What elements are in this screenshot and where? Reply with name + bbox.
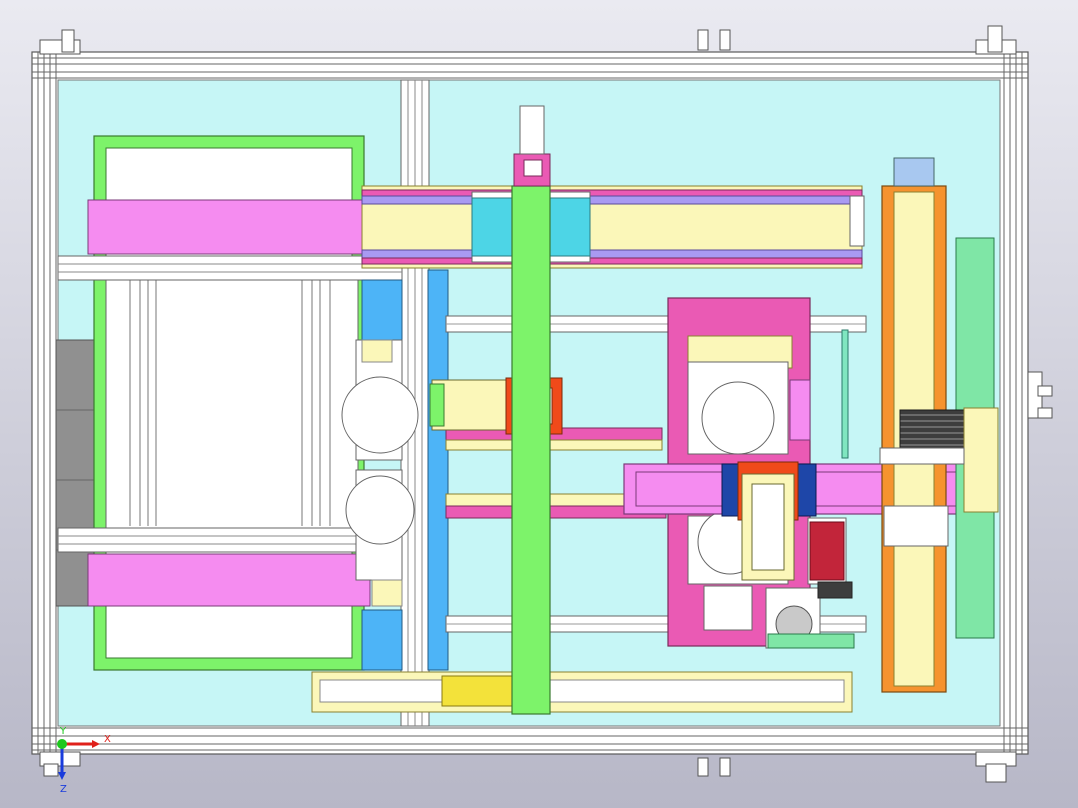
assembly-drawing: X Y Z <box>0 0 1078 808</box>
green-gantry-beam <box>511 105 551 715</box>
cad-viewport[interactable]: X Y Z <box>0 0 1078 808</box>
triad-x-label: X <box>104 734 111 745</box>
left-top-magenta-plate <box>87 199 371 255</box>
triad-z-label: Z <box>60 784 67 795</box>
left-inner-rails <box>105 277 359 529</box>
triad-y-label: Y <box>59 726 67 737</box>
teal-rod <box>841 329 849 459</box>
bottom-linear-axis <box>311 671 853 713</box>
left-bottom-magenta-plate <box>87 553 371 607</box>
top-linear-axis <box>361 185 865 269</box>
